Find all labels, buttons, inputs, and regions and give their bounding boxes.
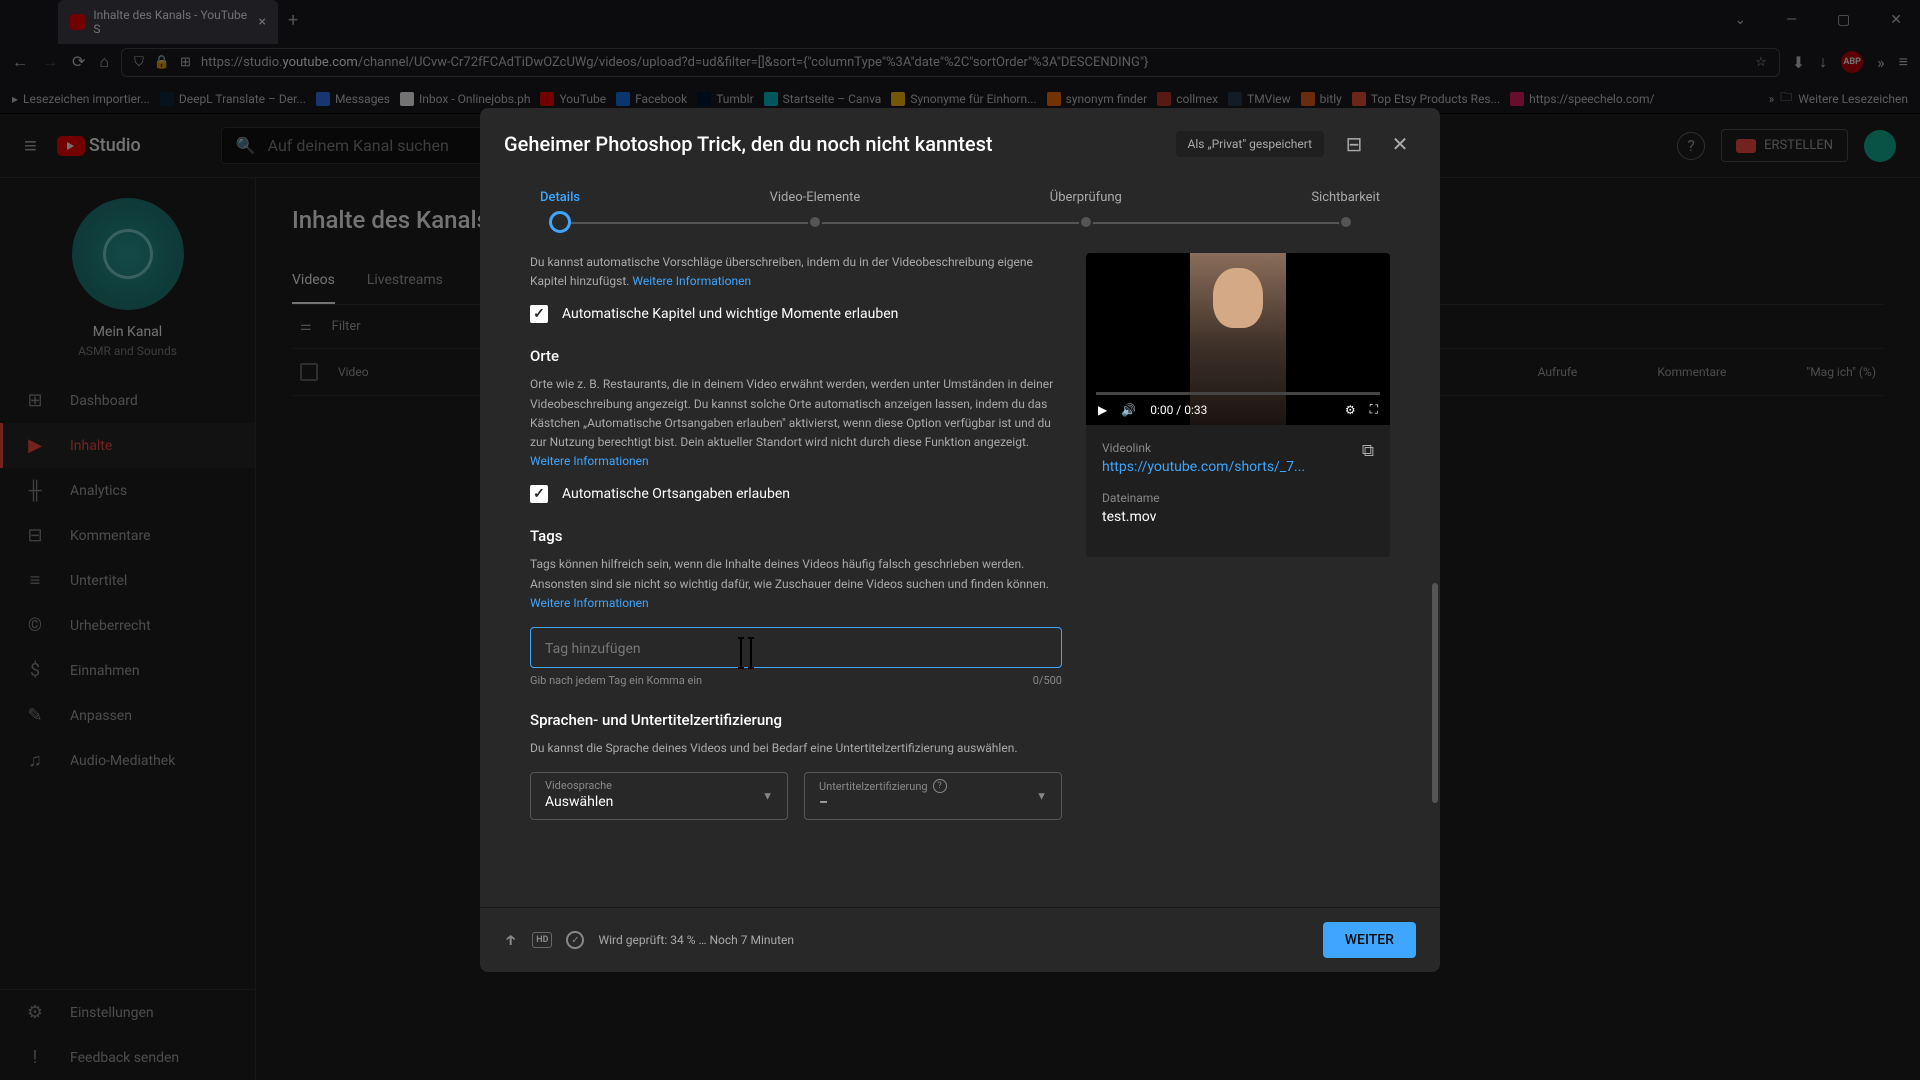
feedback-chat-icon[interactable]: ⊟: [1338, 128, 1370, 160]
next-button[interactable]: WEITER: [1323, 922, 1416, 958]
scrollbar[interactable]: [1432, 583, 1438, 803]
step-video-elements[interactable]: Video-Elemente: [770, 190, 861, 233]
close-modal-icon[interactable]: ✕: [1384, 128, 1416, 160]
video-time: 0:00 / 0:33: [1150, 403, 1207, 417]
tags-counter: 0/500: [1033, 674, 1062, 687]
step-review[interactable]: Überprüfung: [1050, 190, 1122, 233]
privacy-badge: Als „Privat" gespeichert: [1176, 131, 1324, 157]
places-check-label: Automatische Ortsangaben erlauben: [562, 486, 790, 502]
play-icon[interactable]: ▶: [1098, 403, 1107, 417]
language-description: Du kannst die Sprache deines Videos und …: [530, 739, 1062, 758]
copy-icon[interactable]: ⧉: [1362, 441, 1374, 461]
filename-value: test.mov: [1102, 509, 1374, 525]
step-dot-icon: [808, 215, 822, 229]
help-icon[interactable]: ?: [933, 779, 947, 793]
step-dot-icon: [549, 211, 571, 233]
processing-status: Wird geprüft: 34 % … Noch 7 Minuten: [598, 933, 794, 947]
tags-hint: Gib nach jedem Tag ein Komma ein: [530, 674, 702, 687]
step-details[interactable]: Details: [540, 190, 580, 233]
modal-title: Geheimer Photoshop Trick, den du noch ni…: [504, 132, 1162, 156]
chapters-check-label: Automatische Kapitel und wichtige Moment…: [562, 306, 898, 322]
upload-stepper: Details Video-Elemente Überprüfung Sicht…: [480, 180, 1440, 233]
videolink-label: Videolink: [1102, 441, 1305, 455]
video-preview[interactable]: ▶ 🔊 0:00 / 0:33 ⚙ ⛶: [1086, 253, 1390, 425]
step-dot-icon: [1339, 215, 1353, 229]
tags-description: Tags können hilfreich sein, wenn die Inh…: [530, 555, 1062, 613]
chevron-down-icon: ▼: [1036, 790, 1047, 803]
hd-status-icon: HD: [532, 932, 552, 948]
tags-input[interactable]: [545, 641, 1047, 657]
more-info-link[interactable]: Weitere Informationen: [632, 274, 751, 288]
places-heading: Orte: [530, 347, 1062, 365]
tags-heading: Tags: [530, 527, 1062, 545]
step-dot-icon: [1079, 215, 1093, 229]
step-visibility[interactable]: Sichtbarkeit: [1311, 190, 1380, 233]
tags-input-container: [530, 627, 1062, 668]
chapters-description: Du kannst automatische Vorschläge übersc…: [530, 253, 1062, 291]
more-info-link[interactable]: Weitere Informationen: [530, 454, 649, 468]
upload-status-icon: ➔: [501, 934, 521, 945]
places-description: Orte wie z. B. Restaurants, die in deine…: [530, 375, 1062, 471]
more-info-link[interactable]: Weitere Informationen: [530, 596, 649, 610]
video-language-select[interactable]: Videosprache Auswählen ▼: [530, 772, 788, 820]
subtitle-cert-select[interactable]: Untertitelzertifizierung ? – ▼: [804, 772, 1062, 820]
check-status-icon: ✓: [566, 931, 584, 949]
settings-gear-icon[interactable]: ⚙: [1345, 403, 1356, 417]
places-checkbox[interactable]: ✓: [530, 485, 548, 503]
video-preview-card: ▶ 🔊 0:00 / 0:33 ⚙ ⛶ Videoli: [1086, 253, 1390, 557]
modal-overlay: Geheimer Photoshop Trick, den du noch ni…: [0, 0, 1920, 1080]
volume-icon[interactable]: 🔊: [1121, 403, 1136, 417]
fullscreen-icon[interactable]: ⛶: [1370, 402, 1378, 417]
filename-label: Dateiname: [1102, 491, 1374, 505]
videolink-value[interactable]: https://youtube.com/shorts/_7...: [1102, 459, 1305, 475]
chevron-down-icon: ▼: [762, 790, 773, 803]
upload-modal: Geheimer Photoshop Trick, den du noch ni…: [480, 108, 1440, 972]
language-heading: Sprachen- und Untertitelzertifizierung: [530, 711, 1062, 729]
chapters-checkbox[interactable]: ✓: [530, 305, 548, 323]
